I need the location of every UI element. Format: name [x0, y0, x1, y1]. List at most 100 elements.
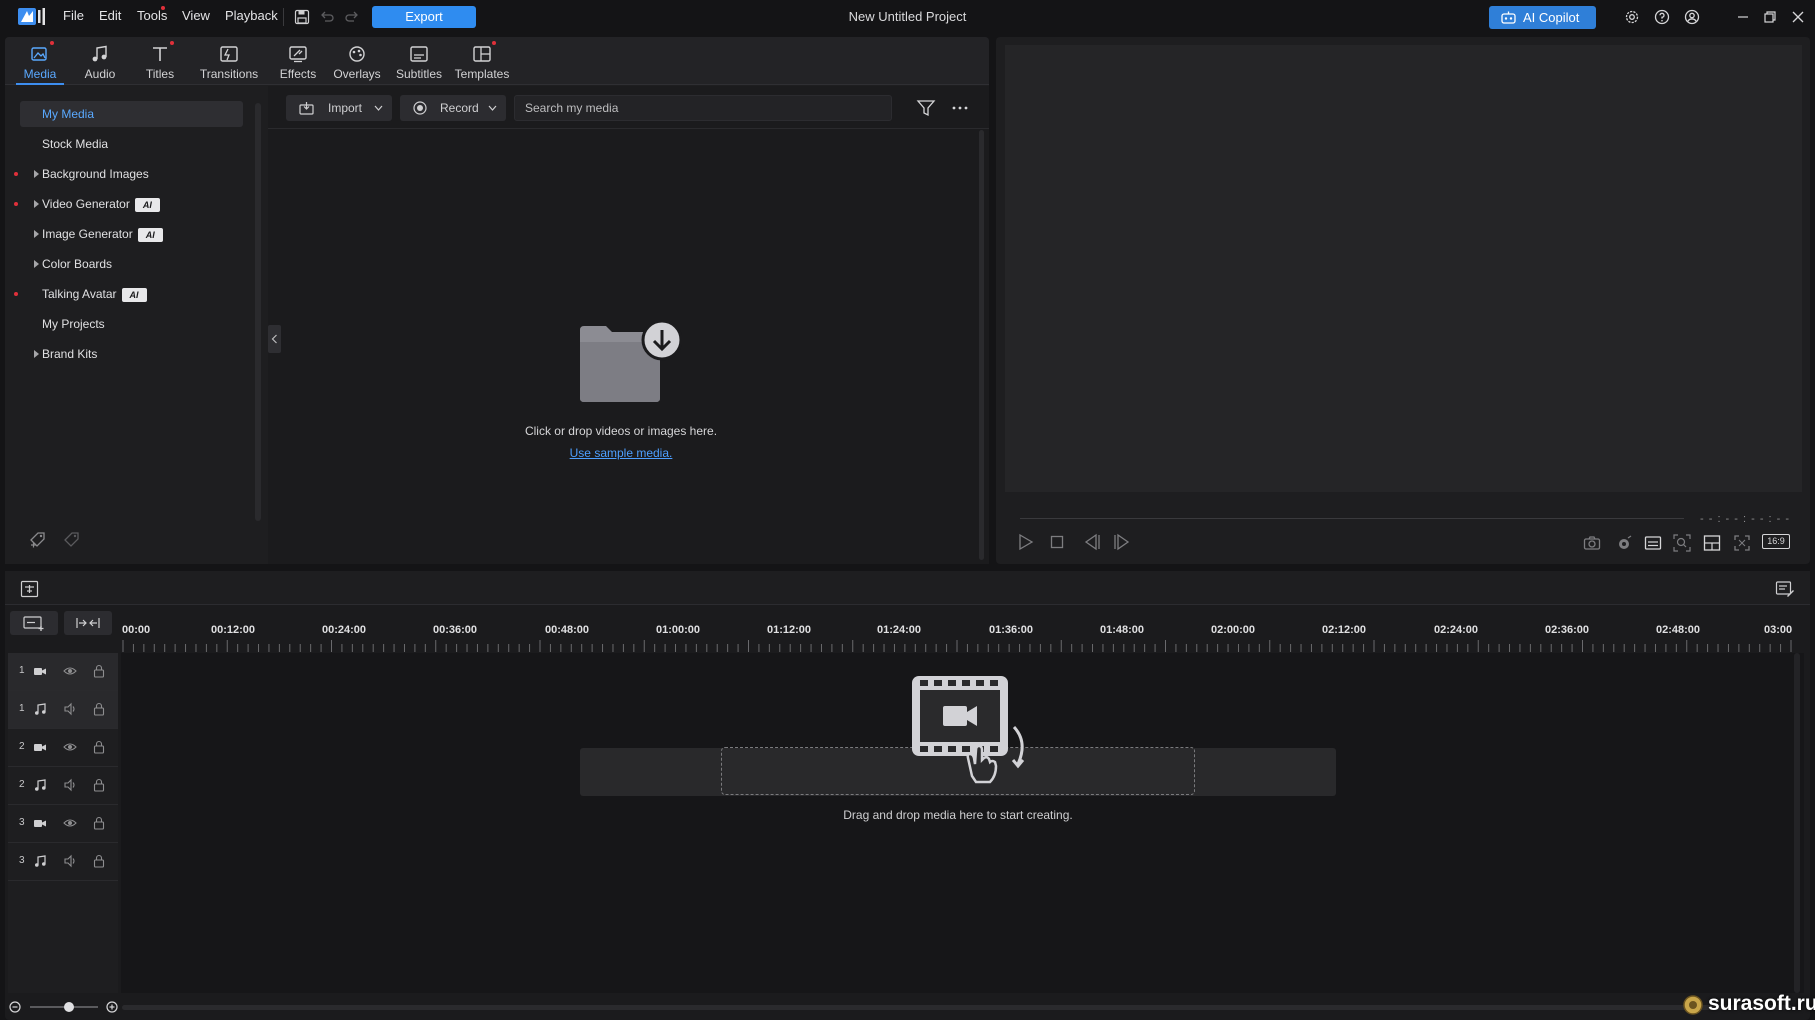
watermark: surasoft.ru — [1680, 988, 1815, 1020]
minimize-icon[interactable] — [1735, 9, 1751, 25]
account-icon[interactable] — [1684, 9, 1700, 25]
play-icon[interactable] — [1018, 533, 1034, 551]
track-header-video-2[interactable]: 2 — [8, 729, 118, 767]
sidebar-item-brand-kits[interactable]: Brand Kits — [20, 341, 243, 367]
timeline-ruler[interactable] — [122, 640, 1792, 652]
search-input[interactable]: Search my media — [514, 95, 892, 121]
preview-progress-bar[interactable] — [1020, 518, 1684, 519]
fullscreen-icon[interactable] — [1733, 534, 1751, 552]
lock-icon[interactable] — [92, 816, 106, 830]
tab-titles[interactable]: Titles — [130, 37, 190, 85]
tab-transitions-label: Transitions — [199, 67, 259, 81]
help-icon[interactable] — [1654, 9, 1670, 25]
lock-icon[interactable] — [92, 740, 106, 754]
filter-icon[interactable] — [916, 98, 936, 118]
folder-download-icon[interactable] — [578, 320, 682, 404]
more-options-icon[interactable] — [950, 98, 970, 118]
timeline-vscrollbar[interactable] — [1794, 653, 1800, 993]
close-icon[interactable] — [1790, 9, 1806, 25]
tab-effects[interactable]: Effects — [268, 37, 328, 85]
sidebar-item-talking-avatar[interactable]: Talking Avatar AI — [14, 281, 243, 307]
menu-view[interactable]: View — [182, 8, 210, 23]
add-track-button[interactable] — [10, 611, 58, 635]
tab-audio[interactable]: Audio — [70, 37, 130, 85]
sidebar-item-my-media[interactable]: My Media — [20, 101, 243, 127]
media-icon — [31, 47, 47, 61]
menu-edit[interactable]: Edit — [99, 8, 121, 23]
subtitles-toggle-icon[interactable] — [1644, 535, 1662, 551]
expand-caret-icon[interactable] — [34, 260, 39, 268]
snapshot-camera-icon[interactable] — [1583, 535, 1601, 551]
sidebar-item-stock-media[interactable]: Stock Media — [20, 131, 243, 157]
track-header-audio-1[interactable]: 1 — [8, 691, 118, 729]
tab-media[interactable]: Media — [10, 37, 70, 85]
track-header-video-3[interactable]: 3 — [8, 805, 118, 843]
redo-icon[interactable] — [344, 9, 360, 25]
previous-frame-icon[interactable] — [1082, 533, 1102, 551]
expand-caret-icon[interactable] — [34, 170, 39, 178]
visibility-eye-icon[interactable] — [63, 664, 77, 678]
record-button[interactable]: Record — [400, 95, 506, 121]
zoom-in-icon[interactable] — [106, 1001, 118, 1013]
speaker-icon[interactable] — [63, 854, 77, 868]
track-number: 2 — [19, 741, 25, 752]
sidebar-item-background-images[interactable]: Background Images — [14, 161, 243, 187]
edit-tag-icon[interactable] — [62, 530, 82, 550]
lock-icon[interactable] — [92, 702, 106, 716]
gear-icon[interactable] — [1624, 9, 1640, 25]
expand-caret-icon[interactable] — [34, 200, 39, 208]
ai-copilot-label: AI Copilot — [1523, 10, 1580, 25]
tab-overlays[interactable]: Overlays — [325, 37, 389, 85]
tab-media-label: Media — [23, 67, 57, 81]
tab-subtitles[interactable]: Subtitles — [387, 37, 451, 85]
sidebar-item-video-generator[interactable]: Video Generator AI — [14, 191, 243, 217]
tab-transitions[interactable]: Transitions — [193, 37, 265, 85]
sidebar-item-label: Talking Avatar — [42, 287, 117, 301]
menu-file[interactable]: File — [63, 8, 84, 23]
lock-icon[interactable] — [92, 778, 106, 792]
lock-icon[interactable] — [92, 854, 106, 868]
export-button[interactable]: Export — [372, 6, 476, 28]
speaker-icon[interactable] — [63, 778, 77, 792]
fit-timeline-button[interactable] — [64, 611, 112, 635]
next-frame-icon[interactable] — [1112, 533, 1132, 551]
use-sample-media-link[interactable]: Use sample media. — [570, 446, 673, 460]
ai-copilot-button[interactable]: AI Copilot — [1489, 6, 1596, 29]
track-header-audio-2[interactable]: 2 — [8, 767, 118, 805]
expand-caret-icon[interactable] — [34, 230, 39, 238]
timeline-hscrollbar[interactable] — [122, 1005, 1792, 1010]
sidebar-item-my-projects[interactable]: My Projects — [20, 311, 243, 337]
track-header-audio-3[interactable]: 3 — [8, 843, 118, 881]
zoom-out-icon[interactable] — [9, 1001, 21, 1013]
menu-tools[interactable]: Tools — [137, 8, 167, 23]
menu-playback[interactable]: Playback — [225, 8, 278, 23]
stop-icon[interactable] — [1050, 535, 1064, 549]
timeline-settings-icon[interactable] — [20, 580, 39, 598]
media-scrollbar[interactable] — [979, 130, 984, 560]
sidebar-item-image-generator[interactable]: Image Generator AI — [20, 221, 243, 247]
restore-icon[interactable] — [1762, 9, 1778, 25]
track-header-video-1[interactable]: 1 — [8, 653, 118, 691]
visibility-eye-icon[interactable] — [63, 740, 77, 754]
visibility-eye-icon[interactable] — [63, 816, 77, 830]
layout-split-icon[interactable] — [1703, 534, 1721, 552]
add-tag-icon[interactable] — [28, 530, 48, 550]
sidebar-item-color-boards[interactable]: Color Boards — [20, 251, 243, 277]
subtitles-icon — [410, 46, 428, 62]
tab-templates[interactable]: Templates — [449, 37, 515, 85]
import-button[interactable]: Import — [286, 95, 392, 121]
lock-icon[interactable] — [92, 664, 106, 678]
zoom-slider-thumb[interactable] — [64, 1002, 74, 1012]
collapse-sidebar-button[interactable] — [268, 325, 281, 353]
expand-caret-icon[interactable] — [34, 350, 39, 358]
speaker-icon[interactable] — [63, 702, 77, 716]
zoom-preview-icon[interactable] — [1673, 534, 1691, 552]
undo-icon[interactable] — [319, 9, 335, 25]
preview-screen[interactable] — [1005, 45, 1802, 492]
aspect-ratio-button[interactable]: 16:9 — [1762, 534, 1790, 549]
save-icon[interactable] — [294, 9, 310, 25]
volume-record-icon[interactable] — [1615, 535, 1633, 551]
media-toolbar-divider — [268, 128, 989, 129]
sidebar-scrollbar[interactable] — [255, 103, 261, 521]
edit-timeline-icon[interactable] — [1775, 580, 1795, 598]
